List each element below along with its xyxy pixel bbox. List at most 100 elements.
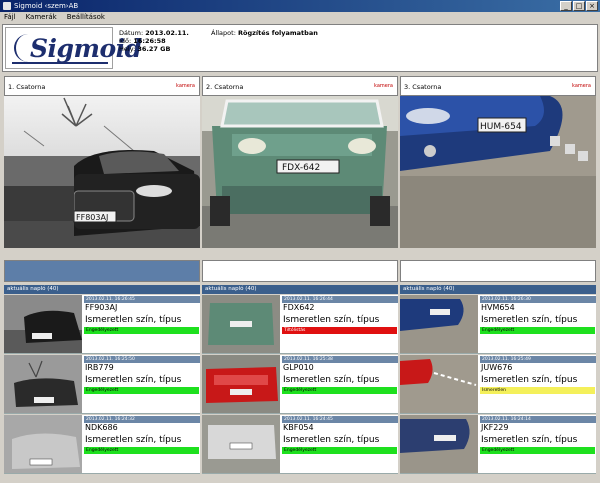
list-item[interactable]: 2013.02.11. 16:24:45 KBF054 Ismeretlen s… xyxy=(202,415,398,474)
camera-name: 1. Csatorna xyxy=(8,83,46,91)
camera-header: 2. Csatorna kamera xyxy=(202,76,398,96)
detection-type: Ismeretlen szín, típus xyxy=(481,315,578,325)
state-label: Állapot: xyxy=(211,29,236,37)
camera-panel-3: 3. Csatorna kamera HUM-654 xyxy=(400,76,596,248)
detection-plate: FDX642 xyxy=(283,303,315,312)
camera-header: 1. Csatorna kamera xyxy=(4,76,200,96)
list-item[interactable]: 2013.02.11. 16:24:32 NDK686 Ismeretlen s… xyxy=(4,415,200,474)
camera-panel-2: 2. Csatorna kamera FDX-642 xyxy=(202,76,398,248)
detection-time: 2013.02.11. 16:25:38 xyxy=(282,356,398,363)
detection-thumbnail xyxy=(202,295,280,353)
detection-thumbnail xyxy=(202,415,280,473)
list-item[interactable]: 2013.02.11. 16:25:38 GLP010 Ismeretlen s… xyxy=(202,355,398,414)
detection-plate: KBF054 xyxy=(283,423,314,432)
minimize-button[interactable]: _ xyxy=(560,1,572,11)
status-badge: Engedélyezett xyxy=(84,447,199,454)
detection-plate: JKF229 xyxy=(481,423,509,432)
date-value: 2013.02.11. xyxy=(145,29,189,37)
detection-type: Ismeretlen szín, típus xyxy=(283,315,380,325)
camera-feed-3: HUM-654 xyxy=(400,96,596,248)
detection-plate: HVM654 xyxy=(481,303,515,312)
time-value: 16:26:58 xyxy=(133,37,166,45)
detection-thumbnail xyxy=(400,355,478,413)
detection-time: 2013.02.11. 16:26:45 xyxy=(84,296,200,303)
status-badge: Ismeretlen xyxy=(480,387,595,394)
feed-plate-3: HUM-654 xyxy=(480,122,522,132)
detection-type: Ismeretlen szín, típus xyxy=(85,315,182,325)
camera-button[interactable]: kamera xyxy=(374,83,393,90)
detection-plate: GLP010 xyxy=(283,363,314,372)
log-header-3: aktuális napló (40) xyxy=(400,285,596,294)
detection-thumbnail xyxy=(4,415,82,473)
detection-thumbnail xyxy=(4,295,82,353)
title-bar: Sigmoid ‹szem›AB _ □ × xyxy=(0,0,600,12)
list-item[interactable]: 2013.02.11. 16:26:44 FDX642 Ismeretlen s… xyxy=(202,295,398,354)
status-badge: Engedélyezett xyxy=(84,327,199,334)
time-label: Idő: xyxy=(119,37,132,45)
camera-name: 3. Csatorna xyxy=(404,83,442,91)
status-badge: Engedélyezett xyxy=(480,327,595,334)
detection-time: 2013.02.11. 16:26:30 xyxy=(480,296,596,303)
camera-status-bar-3 xyxy=(400,260,596,282)
disk-value: 36.27 GB xyxy=(137,45,171,53)
camera-panel-1: 1. Csatorna kamera FF803AJ xyxy=(4,76,200,248)
detection-thumbnail xyxy=(202,355,280,413)
detection-type: Ismeretlen szín, típus xyxy=(283,375,380,385)
detection-plate: FF903AJ xyxy=(85,303,118,312)
detection-time: 2013.02.11. 16:25:50 xyxy=(84,356,200,363)
detection-time: 2013.02.11. 16:25:49 xyxy=(480,356,596,363)
close-button[interactable]: × xyxy=(586,1,598,11)
list-item[interactable]: 2013.02.11. 16:26:45 FF903AJ Ismeretlen … xyxy=(4,295,200,354)
menu-settings[interactable]: Beállítások xyxy=(67,12,105,23)
app-icon xyxy=(3,2,11,10)
status-badge: Engedélyezett xyxy=(84,387,199,394)
detection-thumbnail xyxy=(400,295,478,353)
list-item[interactable]: 2013.02.11. 16:25:49 JUW676 Ismeretlen s… xyxy=(400,355,596,414)
detection-time: 2013.02.11. 16:24:32 xyxy=(84,416,200,423)
status-badge: Engedélyezett xyxy=(480,447,595,454)
detection-time: 2013.02.11. 16:24:45 xyxy=(282,416,398,423)
camera-name: 2. Csatorna xyxy=(206,83,244,91)
maximize-button[interactable]: □ xyxy=(573,1,585,11)
menu-cameras[interactable]: Kamerák xyxy=(26,12,57,23)
list-item[interactable]: 2013.02.11. 16:25:50 IRB779 Ismeretlen s… xyxy=(4,355,200,414)
status-badge: Engedélyezett xyxy=(282,387,397,394)
disk-label: Hely: xyxy=(119,45,136,53)
window-title: Sigmoid ‹szem›AB xyxy=(14,2,79,10)
sigmoid-logo: Sigmoid xyxy=(5,27,142,69)
log-header-2: aktuális napló (40) xyxy=(202,285,398,294)
date-label: Dátum: xyxy=(119,29,144,37)
detection-plate: JUW676 xyxy=(481,363,513,372)
detection-type: Ismeretlen szín, típus xyxy=(283,435,380,445)
list-item[interactable]: 2013.02.11. 16:24:14 JKF229 Ismeretlen s… xyxy=(400,415,596,474)
detection-thumbnail xyxy=(400,415,478,473)
detection-type: Ismeretlen szín, típus xyxy=(481,375,578,385)
log-header-1: aktuális napló (40) xyxy=(4,285,200,294)
camera-button[interactable]: kamera xyxy=(176,83,195,90)
menu-bar: Fájl Kamerák Beállítások xyxy=(0,12,600,23)
menu-file[interactable]: Fájl xyxy=(4,12,16,23)
detection-time: 2013.02.11. 16:26:44 xyxy=(282,296,398,303)
feed-plate-1: FF803AJ xyxy=(76,213,108,222)
camera-status-bar-1 xyxy=(4,260,200,282)
camera-feed-1: FF803AJ xyxy=(4,96,200,248)
camera-button[interactable]: kamera xyxy=(572,83,591,90)
list-item[interactable]: 2013.02.11. 16:26:30 HVM654 Ismeretlen s… xyxy=(400,295,596,354)
camera-status-bar-2 xyxy=(202,260,398,282)
detection-plate: NDK686 xyxy=(85,423,118,432)
detection-thumbnail xyxy=(4,355,82,413)
detection-time: 2013.02.11. 16:24:14 xyxy=(480,416,596,423)
state-value: Rögzítés folyamatban xyxy=(237,29,318,37)
status-badge: Tiltólistás xyxy=(282,327,397,334)
feed-plate-2: FDX-642 xyxy=(282,163,320,173)
header-panel: Sigmoid Dátum: 2013.02.11. Idő: 16:26:58… xyxy=(2,24,598,72)
status-info: Dátum: 2013.02.11. Idő: 16:26:58 Hely: 3… xyxy=(119,29,189,53)
detection-type: Ismeretlen szín, típus xyxy=(85,375,182,385)
state-info: Állapot: Rögzítés folyamatban xyxy=(211,29,318,37)
detection-type: Ismeretlen szín, típus xyxy=(85,435,182,445)
status-badge: Engedélyezett xyxy=(282,447,397,454)
detection-type: Ismeretlen szín, típus xyxy=(481,435,578,445)
camera-header: 3. Csatorna kamera xyxy=(400,76,596,96)
detection-plate: IRB779 xyxy=(85,363,114,372)
camera-feed-2: FDX-642 xyxy=(202,96,398,248)
